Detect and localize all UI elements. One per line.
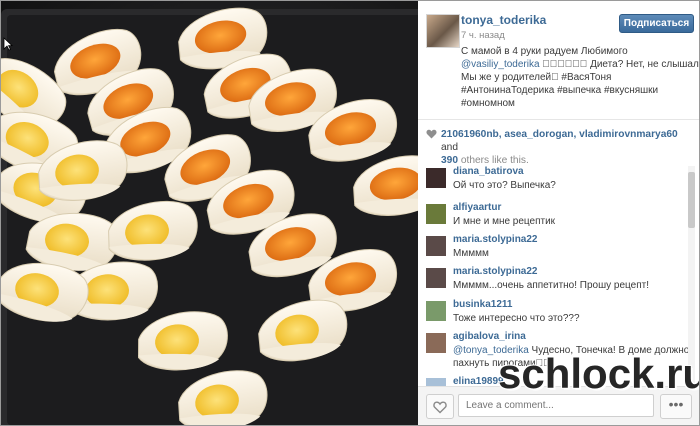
caption-text: 󾌸󾌸󾌸󾌸󾌸󾌸 Диета? Нет, не слышали󾌸 bbox=[539, 59, 700, 70]
caption-line: Мы же у родителей󾌸 #ВасяТоня bbox=[461, 72, 612, 83]
comment-username[interactable]: agibalova_irina bbox=[453, 331, 526, 342]
likes-others-label: others like this. bbox=[458, 155, 529, 166]
comment-username[interactable]: diana_batirova bbox=[453, 166, 524, 177]
ellipsis-icon: ••• bbox=[668, 396, 684, 412]
comment-avatar[interactable] bbox=[426, 301, 446, 321]
liked-by-users-link[interactable]: 21061960nb, asea_dorogan, vladimirovnmar… bbox=[441, 129, 678, 140]
pastry-tray-illustration bbox=[1, 1, 418, 425]
like-button[interactable] bbox=[426, 394, 454, 419]
site-watermark: schlock.ru bbox=[498, 350, 700, 397]
post-header: tonya_toderika 7 ч. назад Подписаться С … bbox=[418, 1, 699, 119]
likes-others-count[interactable]: 390 bbox=[441, 155, 458, 166]
instagram-post-window: tonya_toderika 7 ч. назад Подписаться С … bbox=[0, 0, 700, 426]
follow-button[interactable]: Подписаться bbox=[619, 14, 694, 33]
divider bbox=[418, 119, 699, 120]
comment-avatar[interactable] bbox=[426, 333, 446, 353]
comment-text: Ой что это? Выпечка? bbox=[453, 180, 556, 191]
comment-avatar[interactable] bbox=[426, 204, 446, 224]
comment-avatar[interactable] bbox=[426, 168, 446, 188]
caption-line: С мамой в 4 руки радуем Любимого bbox=[461, 46, 628, 57]
caption-line: #АнтонинаТодерика #выпечка #вкусняшки bbox=[461, 85, 659, 96]
heart-outline-icon bbox=[433, 401, 447, 414]
comment-username[interactable]: maria.stolypina22 bbox=[453, 266, 537, 277]
arrow-cursor-icon bbox=[3, 37, 13, 51]
comment-text: И мне и мне рецептик bbox=[453, 216, 556, 227]
comment-username[interactable]: maria.stolypina22 bbox=[453, 234, 537, 245]
comment-avatar[interactable] bbox=[426, 378, 446, 386]
caption-mention-link[interactable]: @vasiliy_toderika bbox=[461, 59, 540, 70]
likes-and: and bbox=[441, 142, 458, 153]
heart-icon bbox=[426, 129, 437, 139]
comment-avatar[interactable] bbox=[426, 236, 446, 256]
comment-text: Тоже интересно что это??? bbox=[453, 313, 580, 324]
post-timestamp: 7 ч. назад bbox=[461, 30, 505, 41]
comment-text: Ммммм bbox=[453, 248, 489, 259]
post-caption: С мамой в 4 руки радуем Любимого @vasili… bbox=[461, 45, 699, 110]
author-avatar[interactable] bbox=[426, 14, 460, 48]
comment-username[interactable]: elina19899 bbox=[453, 376, 504, 386]
post-photo[interactable] bbox=[1, 1, 418, 425]
comment-text: Ммммм...очень аппетитно! Прошу рецепт! bbox=[453, 280, 649, 291]
likes-text: 21061960nb, asea_dorogan, vladimirovnmar… bbox=[441, 128, 691, 167]
author-username[interactable]: tonya_toderika bbox=[461, 13, 546, 27]
caption-line: #омномном bbox=[461, 98, 515, 109]
comment-username[interactable]: businka1211 bbox=[453, 299, 512, 310]
comment-username[interactable]: alfiyaartur bbox=[453, 202, 501, 213]
scrollbar-thumb[interactable] bbox=[688, 172, 695, 228]
caption-line: @vasiliy_toderika 󾌸󾌸󾌸󾌸󾌸󾌸 Диета? Нет, не … bbox=[461, 58, 699, 71]
comment-avatar[interactable] bbox=[426, 268, 446, 288]
